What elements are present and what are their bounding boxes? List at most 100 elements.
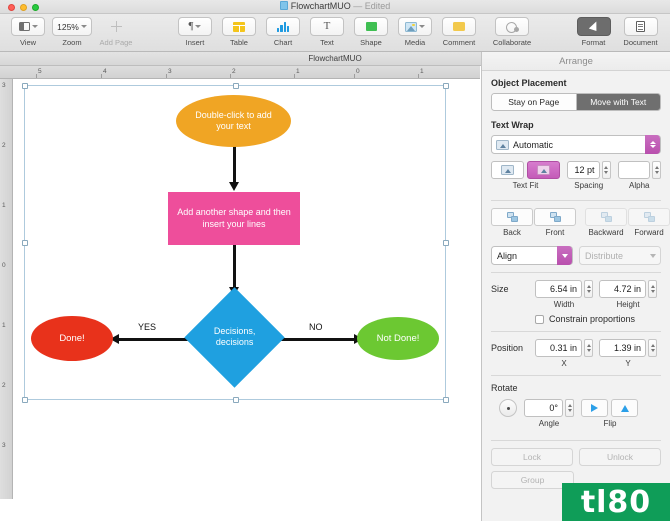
object-placement-segmented-control[interactable]: Stay on Page Move with Text xyxy=(491,93,661,111)
height-label: Height xyxy=(616,300,640,309)
toolbar-table-item[interactable]: Table xyxy=(217,17,261,47)
resize-handle-top-left[interactable] xyxy=(21,82,28,89)
resize-handle-middle-right[interactable] xyxy=(442,240,449,246)
chevron-up-icon xyxy=(650,285,655,288)
horizontal-ruler[interactable]: 5 4 3 2 1 0 1 xyxy=(0,66,480,79)
chevron-up-icon xyxy=(586,285,591,288)
chart-button[interactable] xyxy=(266,17,300,36)
chevron-down-icon xyxy=(649,145,656,148)
lock-button: Lock xyxy=(491,448,573,466)
chevron-down-icon xyxy=(31,25,38,28)
insert-label: Insert xyxy=(185,38,205,47)
media-button[interactable] xyxy=(398,17,432,36)
edge-start-to-process-line[interactable] xyxy=(233,144,236,184)
document-canvas[interactable]: YES NO Double-click to add your text Add… xyxy=(13,79,480,521)
text-fit-option-tight[interactable] xyxy=(527,161,560,179)
toolbar-view-item[interactable]: View xyxy=(6,17,50,47)
flowchart-node-not-done[interactable]: Not Done! xyxy=(357,317,439,360)
edge-process-to-decision-line[interactable] xyxy=(233,244,236,289)
flip-horizontal-icon xyxy=(591,404,598,412)
spacing-input[interactable]: 12 pt xyxy=(567,161,600,179)
backward-label: Backward xyxy=(588,228,624,237)
chevron-down-icon xyxy=(561,253,568,258)
plus-icon xyxy=(110,21,122,32)
alpha-input[interactable] xyxy=(617,161,650,179)
width-label: Width xyxy=(553,300,575,309)
align-dropdown[interactable]: Align xyxy=(491,246,573,265)
flowchart-node-start[interactable]: Double-click to add your text xyxy=(176,95,291,147)
position-y-stepper[interactable] xyxy=(648,339,657,357)
back-button[interactable] xyxy=(491,208,533,226)
flowchart-node-process[interactable]: Add another shape and then insert your l… xyxy=(168,192,300,245)
text-wrap-stepper[interactable] xyxy=(645,135,660,154)
toolbar-comment-item[interactable]: Comment xyxy=(437,17,481,47)
document-button[interactable] xyxy=(623,17,658,36)
rotate-dial[interactable] xyxy=(499,399,517,417)
vertical-ruler[interactable]: 3 2 1 0 1 2 3 xyxy=(0,79,13,499)
flip-horizontal-button[interactable] xyxy=(581,399,608,417)
inspector-body: Object Placement Stay on Page Move with … xyxy=(482,71,670,489)
page-surface[interactable]: YES NO Double-click to add your text Add… xyxy=(13,79,480,521)
vruler-tick: 1 xyxy=(2,322,6,329)
collaborate-button[interactable] xyxy=(495,17,529,36)
format-button[interactable] xyxy=(576,17,611,36)
position-x-input[interactable]: 0.31 in xyxy=(535,339,582,357)
toolbar-collaborate-item[interactable]: Collaborate xyxy=(483,17,541,47)
angle-input[interactable]: 0° xyxy=(524,399,563,417)
spacing-value: 12 pt xyxy=(574,165,595,175)
resize-handle-top-center[interactable] xyxy=(233,82,239,89)
width-stepper[interactable] xyxy=(584,280,593,298)
spacing-stepper[interactable] xyxy=(601,161,611,179)
flip-label: Flip xyxy=(603,419,617,428)
position-y-group: 1.39 in Y xyxy=(599,339,657,368)
vruler-tick: 2 xyxy=(2,142,6,149)
toolbar-text-item[interactable]: T Text xyxy=(305,17,349,47)
toolbar-zoom-item[interactable]: 125% Zoom xyxy=(50,17,94,47)
unlock-button: Unlock xyxy=(579,448,661,466)
resize-handle-bottom-left[interactable] xyxy=(21,396,28,403)
resize-handle-bottom-center[interactable] xyxy=(233,396,239,403)
toolbar-shape-item[interactable]: Shape xyxy=(349,17,393,47)
text-button[interactable]: T xyxy=(310,17,344,36)
toolbar-format-item[interactable]: Format xyxy=(572,17,615,47)
toolbar-chart-item[interactable]: Chart xyxy=(261,17,305,47)
constrain-proportions-checkbox[interactable] xyxy=(535,314,544,324)
resize-handle-top-right[interactable] xyxy=(442,82,449,89)
constrain-proportions-row[interactable]: Constrain proportions xyxy=(491,314,661,324)
width-input[interactable]: 6.54 in xyxy=(535,280,582,298)
resize-handle-bottom-right[interactable] xyxy=(442,396,449,403)
stay-on-page-option[interactable]: Stay on Page xyxy=(492,94,576,110)
position-y-input[interactable]: 1.39 in xyxy=(599,339,646,357)
chevron-up-icon xyxy=(604,166,608,169)
text-wrap-mode-dropdown[interactable]: Automatic xyxy=(491,135,661,154)
toolbar-media-item[interactable]: Media xyxy=(393,17,437,47)
height-input[interactable]: 4.72 in xyxy=(599,280,646,298)
add-page-label: Add Page xyxy=(99,38,133,47)
toolbar-insert-item[interactable]: ¶ Insert xyxy=(173,17,217,47)
toolbar-document-item[interactable]: Document xyxy=(615,17,666,47)
vruler-tick: 2 xyxy=(2,382,6,389)
flowchart-node-done[interactable]: Done! xyxy=(31,316,113,361)
alpha-stepper[interactable] xyxy=(652,161,661,179)
edge-label-yes: YES xyxy=(138,322,157,332)
move-with-text-option[interactable]: Move with Text xyxy=(575,94,660,110)
width-value: 6.54 in xyxy=(549,284,577,294)
angle-stepper[interactable] xyxy=(565,399,574,417)
resize-handle-middle-left[interactable] xyxy=(21,240,28,246)
table-button[interactable] xyxy=(222,17,256,36)
position-x-stepper[interactable] xyxy=(584,339,593,357)
height-stepper[interactable] xyxy=(648,280,657,298)
insert-button[interactable]: ¶ xyxy=(178,17,212,36)
comment-button[interactable] xyxy=(442,17,476,36)
front-button[interactable] xyxy=(534,208,576,226)
flip-vertical-button[interactable] xyxy=(611,399,638,417)
add-page-button xyxy=(99,17,133,36)
view-button[interactable] xyxy=(11,17,45,36)
send-backward-icon xyxy=(600,212,612,222)
text-fit-option-rectangular[interactable] xyxy=(491,161,524,179)
window-title-text: FlowchartMUO xyxy=(290,1,351,11)
zoom-button[interactable]: 125% xyxy=(52,17,92,36)
align-dropdown-arrow[interactable] xyxy=(557,246,572,265)
toolbar-center-group: ¶ Insert Table Chart T Text Shape Media … xyxy=(173,17,481,47)
shape-button[interactable] xyxy=(354,17,388,36)
